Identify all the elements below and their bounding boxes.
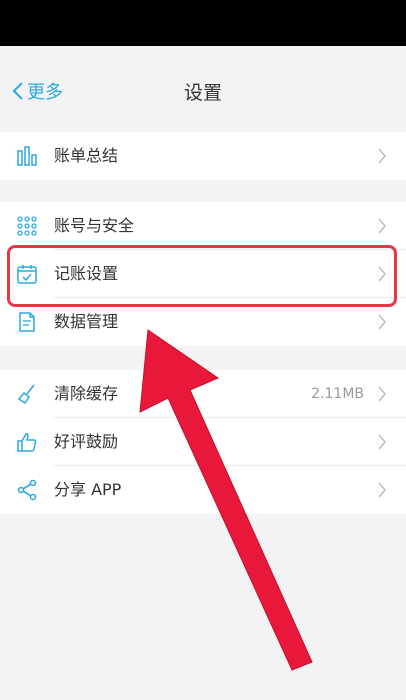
thumbs-up-icon — [17, 433, 37, 452]
share-icon — [17, 479, 37, 501]
calendar-check-icon — [17, 265, 37, 284]
row-share-app[interactable]: 分享 APP — [0, 466, 406, 514]
cache-size-value: 2.11MB — [311, 386, 364, 402]
row-label: 好评鼓励 — [54, 432, 119, 451]
grid-dots-icon — [17, 216, 37, 236]
chevron-right-icon — [378, 434, 386, 450]
row-bookkeeping-settings[interactable]: 记账设置 — [0, 250, 406, 298]
settings-group-3: 清除缓存 2.11MB 好评鼓励 分享 APP — [0, 370, 406, 514]
status-bar — [0, 0, 406, 46]
data-file-icon — [19, 312, 35, 332]
nav-bar: 更多 设置 — [0, 46, 406, 124]
settings-group-1: 账单总结 — [0, 132, 406, 180]
row-label: 数据管理 — [54, 312, 119, 331]
chevron-right-icon — [378, 386, 386, 402]
chevron-right-icon — [378, 218, 386, 234]
row-label: 记账设置 — [54, 264, 119, 283]
row-rate-us[interactable]: 好评鼓励 — [0, 418, 406, 466]
row-clear-cache[interactable]: 清除缓存 2.11MB — [0, 370, 406, 418]
row-data-management[interactable]: 数据管理 — [0, 298, 406, 346]
row-label: 账号与安全 — [54, 216, 135, 235]
chevron-right-icon — [378, 314, 386, 330]
bar-chart-icon — [17, 146, 37, 166]
page-title: 设置 — [183, 82, 222, 104]
row-label: 清除缓存 — [54, 384, 119, 403]
broom-icon — [17, 384, 35, 405]
chevron-right-icon — [378, 482, 386, 498]
chevron-right-icon — [378, 148, 386, 164]
row-label: 分享 APP — [54, 480, 122, 499]
chevron-right-icon — [378, 266, 386, 282]
settings-group-2: 账号与安全 记账设置 数据管理 — [0, 202, 406, 346]
row-account-security[interactable]: 账号与安全 — [0, 202, 406, 250]
row-bill-summary[interactable]: 账单总结 — [0, 132, 406, 180]
row-label: 账单总结 — [54, 146, 119, 165]
